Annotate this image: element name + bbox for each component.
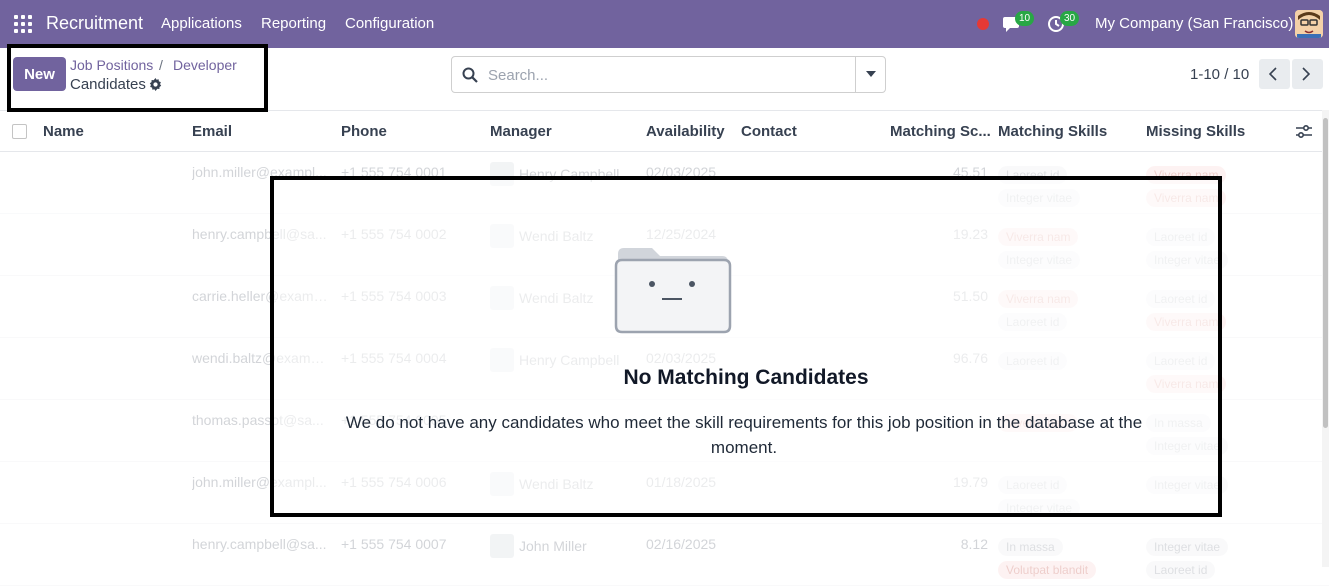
missing-skill-tag: Integer vitae (1146, 538, 1229, 556)
column-missing-skills[interactable]: Missing Skills (1146, 123, 1245, 140)
cell-phone: +1 555 754 0007 (341, 536, 447, 552)
messages-count-badge: 10 (1015, 11, 1035, 26)
activities-count-badge: 30 (1060, 11, 1080, 26)
empty-state-title: No Matching Candidates (623, 366, 869, 389)
column-matching-score[interactable]: Matching Sc... (890, 123, 991, 140)
menu-configuration[interactable]: Configuration (345, 15, 434, 32)
chevron-right-icon (1302, 67, 1310, 81)
search-options-toggle[interactable] (855, 57, 886, 92)
select-all-checkbox[interactable] (12, 124, 27, 139)
scrollbar-thumb[interactable] (1323, 118, 1328, 428)
search-icon[interactable] (462, 67, 478, 83)
pager-next-button[interactable] (1292, 59, 1323, 89)
table-header: Name Email Phone Manager Availability Co… (0, 110, 1329, 152)
cell-availability: 02/16/2025 (646, 536, 717, 552)
status-dot-icon[interactable] (977, 18, 989, 30)
column-contact[interactable]: Contact (741, 123, 797, 140)
column-name[interactable]: Name (43, 123, 84, 140)
gear-icon[interactable] (149, 78, 162, 91)
company-switcher[interactable]: My Company (San Francisco) (1095, 15, 1293, 32)
column-availability[interactable]: Availability (646, 123, 725, 140)
table-row[interactable]: henry.campbell@sa... +1 555 754 0007 John … (0, 524, 1329, 586)
manager-avatar (490, 534, 514, 558)
pager-previous-button[interactable] (1259, 59, 1290, 89)
missing-skill-tag: Laoreet id (1146, 561, 1216, 579)
caret-down-icon (866, 71, 876, 77)
apps-menu-icon[interactable] (14, 15, 32, 33)
matching-skill-tag: Volutpat blandit (998, 561, 1097, 579)
top-navbar: Recruitment Applications Reporting Confi… (0, 0, 1329, 48)
chevron-left-icon (1269, 67, 1277, 81)
menu-reporting[interactable]: Reporting (261, 15, 326, 32)
pager-value[interactable]: 1-10 / 10 (1190, 66, 1249, 83)
breadcrumb-developer[interactable]: Developer (173, 57, 237, 73)
column-phone[interactable]: Phone (341, 123, 387, 140)
cell-email: henry.campbell@sa... (192, 536, 327, 552)
breadcrumb-separator: / (159, 57, 163, 73)
new-button[interactable]: New (13, 57, 66, 91)
breadcrumb-job-positions[interactable]: Job Positions (70, 57, 153, 73)
cell-manager: John Miller (519, 538, 587, 554)
column-matching-skills[interactable]: Matching Skills (998, 123, 1107, 140)
search-box (451, 56, 886, 93)
empty-folder-icon (614, 248, 732, 334)
control-panel: New Job Positions / Developer Candidates… (0, 48, 1329, 110)
matching-skill-tag: In massa (998, 538, 1063, 556)
search-input[interactable] (488, 63, 848, 87)
optional-columns-icon[interactable] (1296, 125, 1312, 139)
cell-matching-score: 8.12 (960, 536, 988, 552)
user-avatar[interactable] (1295, 10, 1323, 38)
empty-state-help: No Matching Candidates We do not have an… (270, 176, 1222, 517)
page-title: Candidates (70, 76, 146, 93)
column-manager[interactable]: Manager (490, 123, 552, 140)
app-name[interactable]: Recruitment (46, 13, 143, 34)
empty-state-message: We do not have any candidates who meet t… (345, 413, 1143, 457)
menu-applications[interactable]: Applications (161, 15, 242, 32)
column-email[interactable]: Email (192, 123, 232, 140)
